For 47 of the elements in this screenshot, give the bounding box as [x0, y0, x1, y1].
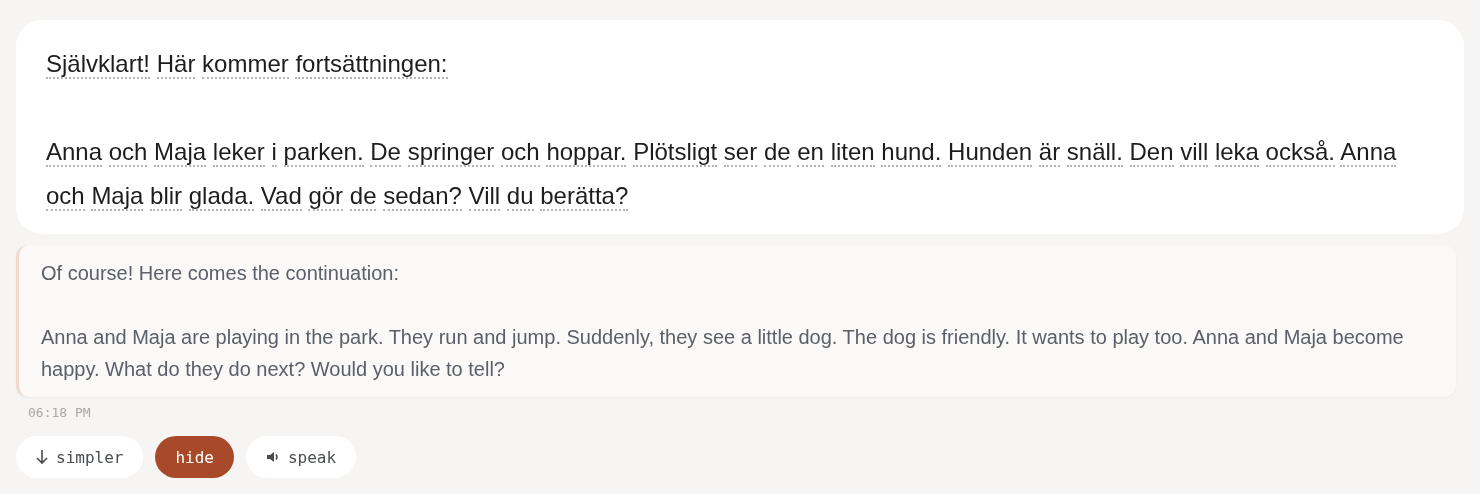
word[interactable]: leka	[1214, 138, 1259, 167]
word[interactable]: också.	[1265, 138, 1335, 167]
action-button[interactable]: simpler	[16, 436, 144, 478]
word[interactable]: hund.	[881, 138, 942, 167]
word[interactable]: hoppar.	[546, 138, 627, 167]
word[interactable]: glada.	[188, 182, 255, 211]
word[interactable]: Hunden	[948, 138, 1033, 167]
word[interactable]: leker	[212, 138, 265, 167]
translation-text: Anna and Maja are playing in the park. They run and jump. Suddenly, they see a little dog. The dog is friendly. It wants to play too. Anna and Maja become happy. What do they do next? Would you like to tell?	[41, 325, 1405, 382]
word[interactable]: i	[271, 138, 277, 167]
word[interactable]: Anna	[46, 138, 103, 167]
word[interactable]: och	[501, 138, 540, 167]
word[interactable]: Här	[156, 50, 196, 79]
word[interactable]: och	[108, 138, 148, 167]
word[interactable]: Vad	[260, 182, 302, 211]
word[interactable]: snäll.	[1066, 138, 1123, 167]
word[interactable]: parken.	[283, 138, 364, 167]
word[interactable]: och	[46, 182, 85, 211]
word[interactable]: springer	[407, 138, 495, 167]
word[interactable]: Vill	[468, 182, 501, 211]
word[interactable]: de	[349, 182, 377, 211]
down-arrow-icon	[36, 449, 48, 465]
word[interactable]: vill	[1180, 138, 1209, 167]
word[interactable]: du	[506, 182, 534, 211]
word[interactable]: Maja	[91, 182, 144, 211]
word[interactable]: Den	[1129, 138, 1174, 167]
word[interactable]: fortsättningen:	[295, 50, 448, 79]
word[interactable]: gör	[308, 182, 344, 211]
word[interactable]: är	[1038, 138, 1061, 167]
word[interactable]: en	[797, 138, 824, 167]
word[interactable]: liten	[830, 138, 875, 167]
word[interactable]: Maja	[154, 138, 207, 167]
action-button[interactable]: speak	[245, 436, 357, 478]
word[interactable]: berätta?	[540, 182, 629, 211]
word[interactable]: ser	[723, 138, 758, 167]
word[interactable]: De	[370, 138, 401, 167]
word[interactable]: blir	[150, 182, 183, 211]
timestamp: 06:18 PM	[28, 405, 91, 420]
action-button[interactable]: hide	[155, 436, 234, 478]
word[interactable]: de	[763, 138, 791, 167]
word[interactable]: sedan?	[383, 182, 462, 211]
word[interactable]: Självklart!	[46, 50, 151, 79]
translation-text: Of course! Here comes the continuation:	[41, 261, 400, 286]
word[interactable]: Anna	[1340, 138, 1397, 167]
word[interactable]: kommer	[202, 50, 289, 79]
speaker-icon	[265, 451, 280, 463]
word[interactable]: Plötsligt	[633, 138, 718, 167]
